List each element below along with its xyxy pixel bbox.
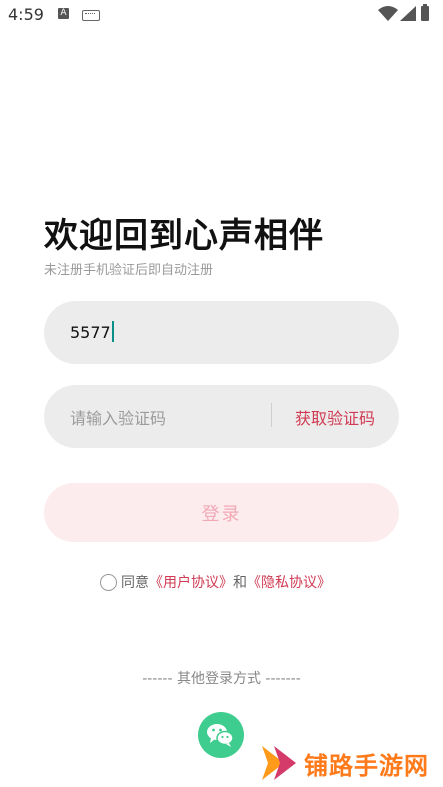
- phone-input-text: 5577: [70, 321, 114, 342]
- text-cursor: [111, 321, 114, 342]
- get-code-button[interactable]: 获取验证码: [295, 405, 375, 429]
- phone-input[interactable]: 5577: [44, 301, 399, 364]
- login-button[interactable]: 登录: [44, 483, 399, 542]
- watermark: 铺路手游网: [258, 742, 443, 784]
- verification-code-input[interactable]: 请输入验证码 获取验证码: [44, 385, 399, 448]
- agreement-row: 同意《用户协议》和《隐私协议》: [100, 572, 331, 592]
- keyboard-icon: [82, 10, 100, 21]
- other-login-label: ------ 其他登录方式 -------: [142, 671, 301, 687]
- watermark-text: 铺路手游网: [304, 752, 429, 780]
- watermark-logo-icon: [262, 746, 296, 780]
- wechat-login-button[interactable]: [198, 712, 244, 758]
- field-divider: [271, 403, 272, 427]
- status-time: 4:59: [8, 5, 44, 24]
- input-method-indicator: A: [58, 8, 69, 19]
- phone-input-value: 5577: [70, 323, 111, 342]
- agree-conjunction: 和: [233, 575, 247, 591]
- signal-icon: [400, 6, 416, 21]
- agree-radio[interactable]: [100, 574, 117, 591]
- verification-code-placeholder: 请输入验证码: [70, 409, 167, 428]
- user-agreement-link[interactable]: 《用户协议》: [149, 575, 233, 591]
- page-subtitle: 未注册手机验证后即自动注册: [44, 263, 214, 278]
- privacy-agreement-link[interactable]: 《隐私协议》: [247, 575, 331, 591]
- wifi-icon: [378, 6, 398, 21]
- page-title: 欢迎回到心声相伴: [44, 216, 324, 256]
- status-bar: 4:59 A: [0, 0, 443, 30]
- agree-prefix: 同意: [121, 575, 149, 591]
- wechat-icon: [207, 724, 234, 747]
- battery-icon: [421, 4, 429, 21]
